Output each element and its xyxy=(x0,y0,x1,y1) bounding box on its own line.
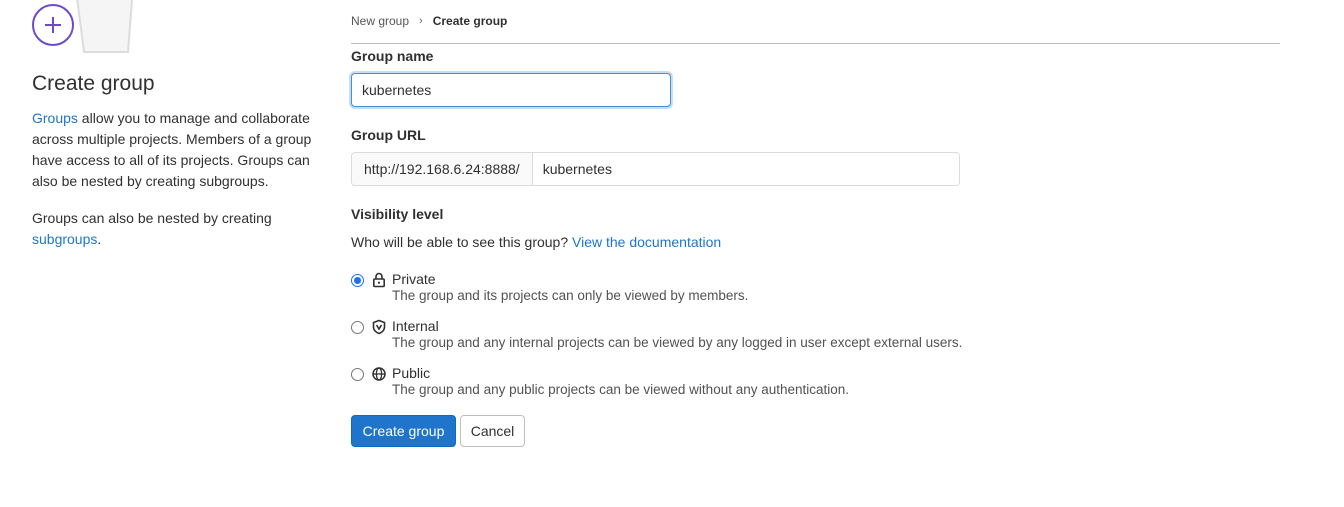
radio-private[interactable] xyxy=(351,274,364,287)
cancel-button[interactable]: Cancel xyxy=(460,415,525,447)
breadcrumb: New group › Create group xyxy=(351,12,507,30)
breadcrumb-divider xyxy=(351,43,1280,44)
group-url-prefix: http://192.168.6.24:8888/ xyxy=(352,153,533,185)
create-group-button[interactable]: Create group xyxy=(351,415,456,447)
visibility-help-text: Who will be able to see this group? xyxy=(351,234,573,250)
visibility-option-private[interactable]: Private The group and its projects can o… xyxy=(351,271,748,304)
group-name-label: Group name xyxy=(351,48,434,64)
sidebar-description: Groups allow you to manage and collabora… xyxy=(32,108,322,192)
chevron-right-icon: › xyxy=(419,15,423,27)
sidebar-nested-text: Groups can also be nested by creating xyxy=(32,210,272,226)
lock-icon xyxy=(372,272,386,288)
visibility-option-internal[interactable]: Internal The group and any internal proj… xyxy=(351,318,962,351)
group-url-input[interactable] xyxy=(532,153,959,185)
groups-link[interactable]: Groups xyxy=(32,110,78,126)
public-title: Public xyxy=(392,365,431,381)
radio-internal[interactable] xyxy=(351,321,364,334)
visibility-option-public[interactable]: Public The group and any public projects… xyxy=(351,365,849,398)
create-group-illustration xyxy=(28,0,138,56)
group-url-field: http://192.168.6.24:8888/ xyxy=(351,152,960,186)
sidebar-nested-note: Groups can also be nested by creating su… xyxy=(32,208,322,250)
visibility-label: Visibility level xyxy=(351,206,444,222)
group-url-label: Group URL xyxy=(351,127,426,143)
breadcrumb-new-group[interactable]: New group xyxy=(351,14,409,28)
sidebar-nested-end: . xyxy=(97,231,102,247)
internal-description: The group and any internal projects can … xyxy=(392,335,963,350)
shield-icon xyxy=(372,319,386,335)
group-name-input[interactable] xyxy=(351,73,671,107)
public-description: The group and any public projects can be… xyxy=(392,382,850,397)
private-title: Private xyxy=(392,271,436,287)
internal-title: Internal xyxy=(392,318,439,334)
view-documentation-link[interactable]: View the documentation xyxy=(572,234,721,250)
radio-public[interactable] xyxy=(351,368,364,381)
globe-icon xyxy=(372,366,386,382)
breadcrumb-current: Create group xyxy=(432,14,508,28)
subgroups-link[interactable]: subgroups xyxy=(32,231,97,247)
private-description: The group and its projects can only be v… xyxy=(392,288,749,303)
visibility-help: Who will be able to see this group? View… xyxy=(351,234,721,250)
sidebar-title: Create group xyxy=(32,72,155,95)
